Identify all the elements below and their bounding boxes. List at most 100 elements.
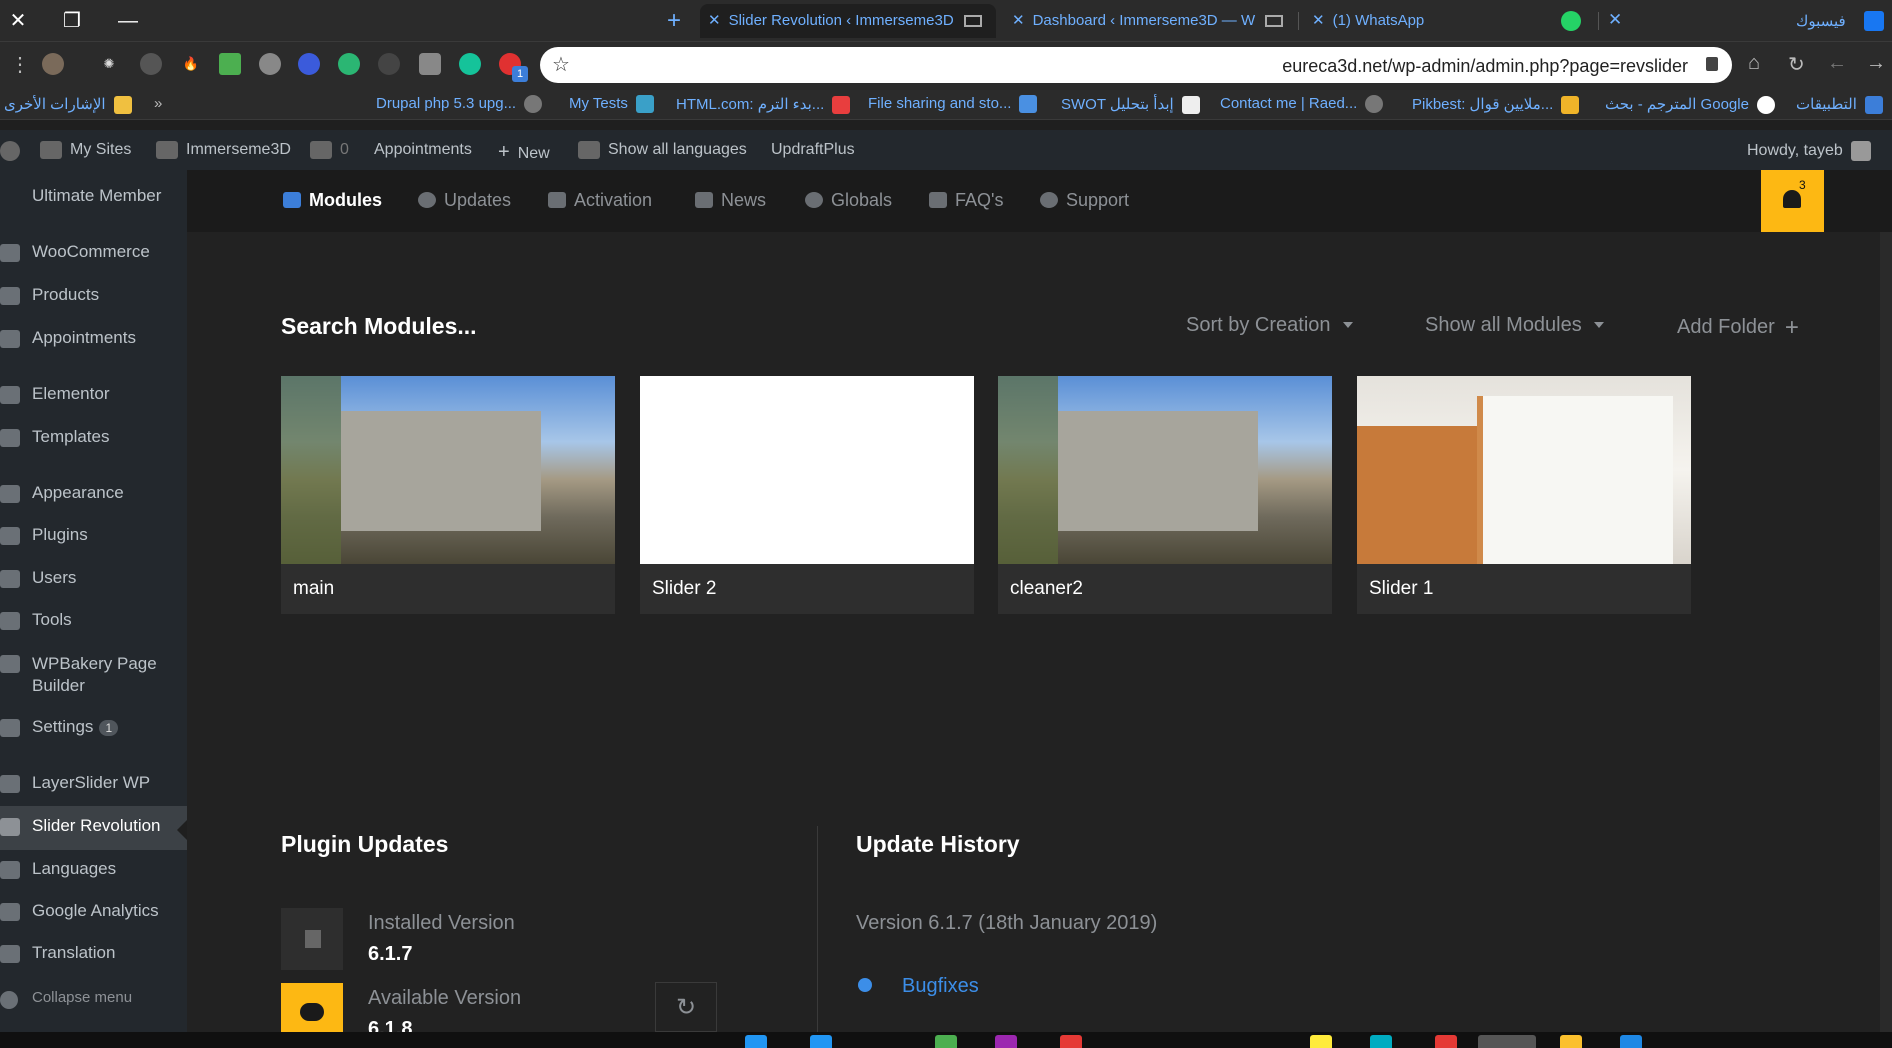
taskbar-app-icon[interactable] bbox=[745, 1035, 767, 1048]
collapse-menu-button[interactable]: Collapse menu bbox=[0, 989, 187, 1009]
taskbar-app-icon[interactable] bbox=[1060, 1035, 1082, 1048]
home-icon[interactable]: ⌂ bbox=[1748, 52, 1760, 75]
tab-modules[interactable]: Modules bbox=[283, 190, 382, 211]
bookmark-my-tests[interactable]: My Tests bbox=[569, 95, 654, 114]
sidebar-item-settings[interactable]: Settings 1 bbox=[0, 717, 187, 737]
sidebar-item-ultimate-member[interactable]: Ultimate Member bbox=[0, 186, 187, 206]
restore-window-icon[interactable]: ❐ bbox=[54, 6, 90, 36]
bookmark-star-icon[interactable]: ☆ bbox=[552, 52, 570, 77]
taskbar-app-icon[interactable] bbox=[1435, 1035, 1457, 1048]
taskbar-app-icon[interactable] bbox=[810, 1035, 832, 1048]
close-tab-icon[interactable]: ✕ bbox=[1608, 10, 1622, 30]
module-card-main[interactable]: main bbox=[281, 376, 615, 614]
bookmark-other[interactable]: الإشارات الأخرى bbox=[4, 95, 132, 115]
tab-whatsapp[interactable]: ✕ (1) WhatsApp bbox=[1304, 4, 1604, 38]
gear-extension-icon[interactable]: ✺ bbox=[98, 53, 120, 75]
bookmark-drupal[interactable]: Drupal php 5.3 upg... bbox=[376, 95, 543, 114]
sidebar-item-appointments[interactable]: Appointments bbox=[0, 328, 187, 348]
user-account-menu[interactable]: Howdy, tayeb bbox=[1747, 141, 1871, 161]
close-tab-icon[interactable]: ✕ bbox=[1012, 12, 1025, 29]
forward-icon[interactable]: ← bbox=[1827, 52, 1847, 75]
module-card-slider-1[interactable]: Slider 1 bbox=[1357, 376, 1691, 614]
module-card-slider-2[interactable]: Slider 2 bbox=[640, 376, 974, 614]
tab-slider-revolution[interactable]: ✕ Slider Revolution ‹ Immerseme3D bbox=[700, 4, 996, 38]
menu-dots-icon[interactable]: ⋮ bbox=[10, 52, 30, 77]
tab-globals[interactable]: Globals bbox=[805, 190, 892, 211]
tab-dashboard[interactable]: ✕ Dashboard ‹ Immerseme3D — W bbox=[1004, 4, 1296, 38]
minimize-window-icon[interactable]: — bbox=[110, 6, 146, 36]
bookmark-google-translate[interactable]: المترجم - بحث Google bbox=[1605, 95, 1775, 115]
wordpress-extension-icon[interactable] bbox=[140, 53, 162, 75]
reload-icon[interactable]: ↻ bbox=[1788, 52, 1805, 77]
search-modules-input[interactable]: Search Modules... bbox=[281, 313, 477, 340]
tab-updates[interactable]: Updates bbox=[418, 190, 511, 211]
profile-avatar[interactable] bbox=[42, 53, 64, 75]
bookmarks-overflow-button[interactable]: » bbox=[154, 95, 162, 112]
sidebar-item-elementor[interactable]: Elementor bbox=[0, 384, 187, 404]
sort-dropdown[interactable]: Sort by Creation bbox=[1186, 314, 1353, 337]
sidebar-item-wpbakery[interactable]: WPBakery Page Builder bbox=[0, 653, 170, 697]
close-tab-icon[interactable]: ✕ bbox=[708, 12, 721, 29]
tab-support[interactable]: Support bbox=[1040, 190, 1129, 211]
sidebar-item-layerslider[interactable]: LayerSlider WP bbox=[0, 773, 187, 793]
sidebar-item-tools[interactable]: Tools bbox=[0, 610, 187, 630]
sidebar-item-languages[interactable]: Languages bbox=[0, 859, 187, 879]
sidebar-item-translation[interactable]: Translation bbox=[0, 943, 187, 963]
address-bar[interactable]: ☆ eureca3d.net/wp-admin/admin.php?page=r… bbox=[540, 47, 1732, 83]
sidebar-item-users[interactable]: Users bbox=[0, 568, 187, 588]
taskbar-app-icon[interactable] bbox=[995, 1035, 1017, 1048]
sidebar-item-products[interactable]: Products bbox=[0, 285, 187, 305]
my-sites-menu[interactable]: My Sites bbox=[40, 141, 131, 159]
notifications-button[interactable]: 3 bbox=[1761, 170, 1824, 232]
bookmark-contact[interactable]: Contact me | Raed... bbox=[1220, 95, 1384, 114]
tab-activation[interactable]: Activation bbox=[548, 190, 652, 211]
pen-extension-icon[interactable] bbox=[259, 53, 281, 75]
tab-facebook[interactable]: فيسبوك bbox=[1796, 12, 1846, 30]
taskbar-app-icon[interactable] bbox=[935, 1035, 957, 1048]
new-content-menu[interactable]: + New bbox=[498, 141, 550, 164]
filter-dropdown[interactable]: Show all Modules bbox=[1425, 314, 1604, 337]
sidebar-item-slider-revolution[interactable]: Slider Revolution bbox=[0, 806, 187, 850]
lock-icon[interactable] bbox=[1706, 57, 1718, 71]
grammarly-extension-icon[interactable] bbox=[459, 53, 481, 75]
tab-news[interactable]: News bbox=[695, 190, 766, 211]
check-updates-button[interactable]: ↻ bbox=[655, 982, 717, 1032]
bookmark-apps[interactable]: التطبيقات bbox=[1796, 95, 1883, 115]
circle-extension-icon[interactable] bbox=[298, 53, 320, 75]
taskbar-app-icon[interactable] bbox=[1620, 1035, 1642, 1048]
bookmark-pikbest[interactable]: Pikbest: ملايين قوال... bbox=[1412, 95, 1580, 115]
close-tab-icon[interactable]: ✕ bbox=[1312, 12, 1325, 29]
bookmark-html-com[interactable]: HTML.com: بدء الترم... bbox=[676, 95, 851, 115]
fire-extension-icon[interactable]: 🔥 bbox=[180, 53, 202, 75]
new-tab-button[interactable]: + bbox=[656, 6, 692, 36]
leaf-extension-icon[interactable] bbox=[338, 53, 360, 75]
bookmark-file-sharing[interactable]: File sharing and sto... bbox=[868, 95, 1038, 114]
scrollbar[interactable] bbox=[1880, 232, 1892, 1032]
comments-menu[interactable]: 0 bbox=[310, 141, 349, 159]
appointments-menu[interactable]: Appointments bbox=[374, 141, 472, 159]
sidebar-item-templates[interactable]: Templates bbox=[0, 427, 187, 447]
add-folder-button[interactable]: Add Folder + bbox=[1677, 314, 1799, 342]
taskbar-app-icon[interactable] bbox=[1310, 1035, 1332, 1048]
camera-extension-icon[interactable] bbox=[419, 53, 441, 75]
image-extension-icon[interactable] bbox=[219, 53, 241, 75]
sidebar-item-appearance[interactable]: Appearance bbox=[0, 483, 187, 503]
admin-sidebar: Ultimate Member WooCommerce Products App… bbox=[0, 170, 187, 1032]
sidebar-item-plugins[interactable]: Plugins bbox=[0, 525, 187, 545]
tab-faqs[interactable]: FAQ's bbox=[929, 190, 1003, 211]
back-icon[interactable]: → bbox=[1866, 52, 1886, 75]
languages-menu[interactable]: Show all languages bbox=[578, 141, 747, 159]
bookmark-swot[interactable]: SWOT إبدأ بتحليل bbox=[1061, 95, 1200, 115]
close-window-icon[interactable]: ✕ bbox=[0, 6, 36, 36]
site-name-menu[interactable]: Immerseme3D bbox=[156, 141, 291, 159]
taskbar-folder-icon[interactable] bbox=[1560, 1035, 1582, 1048]
taskbar-app-icon[interactable] bbox=[1370, 1035, 1392, 1048]
taskbar-chrome-icon[interactable] bbox=[1478, 1035, 1536, 1048]
swirl-extension-icon[interactable] bbox=[378, 53, 400, 75]
bug-icon bbox=[858, 978, 872, 992]
sidebar-item-google-analytics[interactable]: Google Analytics bbox=[0, 901, 187, 921]
sidebar-item-woocommerce[interactable]: WooCommerce bbox=[0, 242, 187, 262]
updraftplus-menu[interactable]: UpdraftPlus bbox=[771, 141, 855, 159]
module-card-cleaner2[interactable]: cleaner2 bbox=[998, 376, 1332, 614]
wordpress-logo-icon[interactable] bbox=[0, 141, 28, 161]
